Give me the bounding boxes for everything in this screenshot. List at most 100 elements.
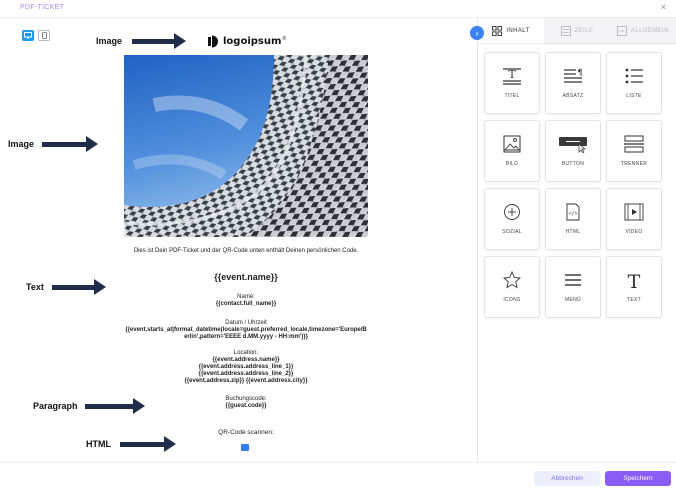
text-icon: T [628,271,641,289]
block-label: ABSATZ [562,93,584,99]
star-icon [502,271,522,289]
title-bar: PDF-TICKET × [0,0,676,18]
block-titel[interactable]: T TITEL [484,52,540,114]
device-toggle [22,30,50,41]
annotation-label: Text [26,282,44,292]
qr-label: QR-Code scannen: [218,429,274,436]
annotation-paragraph: Paragraph [33,398,145,414]
date-label: Datum / Uhrzeit [225,320,267,326]
arrow-icon [164,436,176,452]
tab-zeile[interactable]: ZEILE [544,18,610,43]
architecture-image [124,55,368,237]
save-button[interactable]: Speichern [605,471,671,486]
block-label: MENÜ [565,297,581,303]
location-line: {{event.address.address_line_2}} [198,371,294,377]
block-html[interactable]: </> HTML [545,188,601,250]
heading-icon: T [503,68,521,85]
svg-text:¶: ¶ [577,68,582,77]
logo-text: logoipsum [223,36,282,47]
location-block: {{event.address.name}} {{event.address.a… [124,357,368,385]
divider-icon [624,135,644,153]
block-trenner[interactable]: TRENNER [606,120,662,182]
logo-mark-icon [208,35,218,48]
block-label: LISTE [626,93,642,99]
block-sozial[interactable]: SOZIAL [484,188,540,250]
arrow-shaft [42,141,86,147]
image-icon [503,135,521,153]
block-icons[interactable]: ICONS [484,256,540,318]
html-icon: </> [566,203,580,221]
annotation-text: Text [26,279,106,295]
name-label: Name: [237,294,255,300]
tab-inhalt[interactable]: INHALT [478,18,544,43]
arrow-shaft [120,441,164,447]
booking-code: {{guest.code}} [225,403,267,409]
settings-panel-icon [617,25,627,36]
collapse-panel-button[interactable]: › [470,26,484,40]
annotation-label: HTML [86,439,111,449]
date-code: {{event.starts_at|format_datetime(locale… [125,327,367,340]
arrow-shaft [132,38,174,44]
logo-trademark: ® [282,36,287,42]
chevron-right-icon: › [475,28,479,38]
name-code: {{contact.full_name}} [215,301,277,307]
desktop-view-button[interactable] [22,30,34,41]
block-button[interactable]: BUTTON [545,120,601,182]
desktop-icon [24,32,32,39]
block-label: BUTTON [561,161,585,167]
mobile-icon [41,32,47,39]
close-icon[interactable]: × [661,2,666,12]
building-photo[interactable] [124,55,368,237]
annotation-label: Paragraph [33,401,78,411]
annotation-label: Image [8,139,35,149]
arrow-shaft [52,284,94,290]
content-panel: INHALT ZEILE ALLGEMEIN T TITEL ¶ ABSATZ … [478,18,676,462]
location-line: {{event.address.name}} [212,357,280,363]
paragraph-icon: ¶ [564,68,583,83]
tab-label: INHALT [506,27,530,34]
block-label: TRENNER [620,161,648,167]
block-label: VIDEO [625,229,643,235]
window-title: PDF-TICKET [20,4,65,11]
cancel-button[interactable]: Abbrechen [534,471,600,486]
location-line: {{event.address.address_line_1}} [198,364,294,370]
grid-icon [492,25,503,36]
annotation-html: HTML [86,436,176,452]
block-liste[interactable]: LISTE [606,52,662,114]
booking-label: Buchungscode: [225,396,267,402]
block-absatz[interactable]: ¶ ABSATZ [545,52,601,114]
location-label: Location: [233,350,259,356]
svg-text:</>: </> [568,211,577,217]
arrow-icon [133,398,145,414]
tab-label: ALLGEMEIN [631,27,669,34]
arrow-icon [174,33,186,49]
block-label: TITEL [504,93,520,99]
logo-block[interactable]: logoipsum ® [208,35,286,48]
panel-tabs: INHALT ZEILE ALLGEMEIN [478,18,676,44]
block-label: BILD [505,161,519,167]
footer-bar: Abbrechen Speichern [0,462,676,490]
block-text[interactable]: T TEXT [606,256,662,318]
content-blocks-grid: T TITEL ¶ ABSATZ LISTE BILD BUTTON TRENN… [484,52,662,318]
block-menu[interactable]: MENÜ [545,256,601,318]
block-label: ICONS [503,297,521,303]
annotation-image-logo: Image [96,33,186,49]
rows-icon [560,25,571,36]
intro-paragraph[interactable]: Dies ist Dein PDF-Ticket und der QR-Code… [124,248,368,255]
tab-allgemein[interactable]: ALLGEMEIN [610,18,676,43]
event-name-heading[interactable]: {{event.name}} [124,272,368,283]
menu-icon [565,274,581,286]
editor-canvas: logoipsum ® Dies ist Dein PDF-Ticket und… [0,18,478,462]
button-icon [559,137,587,153]
video-icon [624,203,644,221]
arrow-shaft [85,403,133,409]
qr-code-placeholder[interactable] [241,444,249,451]
block-label: SOZIAL [502,229,522,235]
tab-label: ZEILE [574,27,594,34]
mobile-view-button[interactable] [38,30,50,41]
arrow-icon [94,279,106,295]
block-bild[interactable]: BILD [484,120,540,182]
arrow-icon [86,136,98,152]
location-line: {{event.address.zip}} {{event.address.ci… [184,378,308,384]
block-video[interactable]: VIDEO [606,188,662,250]
